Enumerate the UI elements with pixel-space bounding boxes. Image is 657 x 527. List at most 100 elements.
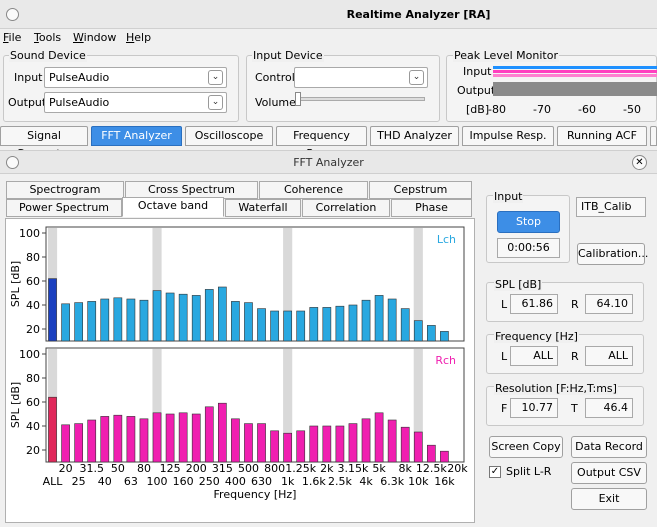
tab-coherence[interactable]: Coherence: [259, 181, 368, 199]
elapsed-time: 0:00:56: [497, 238, 560, 258]
bar: [61, 303, 70, 342]
res-f-label: F: [501, 402, 508, 415]
bar: [335, 425, 345, 463]
res-f-value: 10.77: [510, 398, 558, 418]
peak-scale-tick: -50: [623, 103, 641, 116]
volume-slider[interactable]: [298, 97, 425, 101]
bar: [113, 414, 123, 463]
bar: [152, 412, 162, 463]
tab-power-spectrum[interactable]: Power Spectrum: [6, 199, 122, 217]
sound-output-label: Output: [8, 96, 47, 109]
chevron-down-icon: ⌄: [208, 95, 223, 110]
y-tick-label: 80: [26, 251, 40, 264]
sound-device-label: Sound Device: [9, 49, 87, 62]
bar: [387, 298, 397, 342]
tab-octave-band[interactable]: Octave band: [122, 197, 224, 217]
tab-cepstrum[interactable]: Cepstrum: [369, 181, 472, 199]
bar: [217, 402, 227, 463]
control-select[interactable]: ⌄: [294, 67, 428, 88]
screen-copy-button[interactable]: Screen Copy: [489, 436, 563, 458]
tab-impulse-resp[interactable]: Impulse Resp.: [462, 126, 554, 146]
bar: [283, 432, 293, 463]
tab-signal-generator[interactable]: Signal Generator: [0, 126, 88, 160]
y-tick-label: 60: [26, 275, 40, 288]
bar: [74, 423, 84, 463]
input-device-label: Input Device: [252, 49, 324, 62]
bar: [296, 430, 306, 463]
peak-scale-tick: -70: [533, 103, 551, 116]
bar: [426, 444, 436, 463]
bar: [165, 292, 175, 342]
tab-spectrogram[interactable]: Spectrogram: [6, 181, 124, 199]
stop-button[interactable]: Stop: [497, 211, 560, 233]
x-tick-label: 125: [160, 462, 181, 475]
input-device-group: [246, 55, 440, 122]
bar: [178, 293, 188, 342]
tab-fft-analyzer[interactable]: FFT Analyzer: [91, 126, 182, 146]
resolution-label: Resolution [F:Hz,T:ms]: [494, 382, 618, 395]
bar: [322, 425, 332, 463]
exit-button[interactable]: Exit: [571, 488, 647, 510]
calibration-button[interactable]: Calibration...: [577, 243, 648, 265]
volume-slider-thumb[interactable]: [295, 92, 301, 106]
x-tick-label: 20k: [447, 462, 468, 475]
spl-r-value: 64.10: [585, 294, 633, 314]
tab-overflow[interactable]: [650, 126, 657, 146]
bar: [204, 406, 214, 463]
menu-tools[interactable]: Tools: [34, 31, 61, 44]
sound-output-select[interactable]: PulseAudio ⌄: [44, 92, 227, 113]
sound-input-select[interactable]: PulseAudio ⌄: [44, 67, 227, 88]
res-t-value: 46.4: [585, 398, 633, 418]
menu-help[interactable]: Help: [126, 31, 151, 44]
tab-thd-analyzer[interactable]: THD Analyzer: [370, 126, 459, 146]
bar: [440, 331, 449, 342]
freq-r-label: R: [571, 350, 579, 363]
bar: [413, 320, 423, 342]
menu-window[interactable]: Window: [73, 31, 116, 44]
bar: [257, 423, 266, 463]
tab-frequency-resp[interactable]: Frequency Resp.: [276, 126, 367, 160]
x-tick-label: 1k: [281, 475, 295, 488]
x-tick-label: 12.5k: [416, 462, 447, 475]
series-label: Lch: [437, 233, 456, 246]
bar: [191, 413, 201, 463]
bar: [361, 418, 371, 463]
bar: [296, 310, 306, 342]
split-lr-checkbox[interactable]: ✓: [489, 466, 501, 478]
peak-output-label: Output: [457, 84, 496, 97]
tab-oscilloscope[interactable]: Oscilloscope: [185, 126, 273, 146]
peak-output-meter: [493, 82, 657, 96]
tab-running-acf[interactable]: Running ACF: [557, 126, 647, 146]
peak-input-label: Input: [463, 65, 492, 78]
x-tick-label: 25: [72, 475, 86, 488]
bar: [440, 450, 449, 463]
data-record-button[interactable]: Data Record: [571, 436, 647, 458]
bar: [48, 278, 57, 342]
y-tick-label: 20: [26, 323, 40, 336]
tab-phase[interactable]: Phase: [391, 199, 472, 217]
tab-correlation[interactable]: Correlation: [302, 199, 390, 217]
bar: [87, 301, 97, 342]
bar: [257, 308, 266, 342]
x-tick-label: 1.6k: [302, 475, 326, 488]
output-csv-button[interactable]: Output CSV: [571, 462, 647, 484]
menu-file[interactable]: File: [3, 31, 21, 44]
bar: [113, 297, 123, 342]
freq-l-label: L: [501, 350, 508, 363]
bar: [126, 416, 136, 463]
bar: [361, 299, 371, 342]
sound-input-label: Input: [14, 71, 43, 84]
series-label: Rch: [435, 354, 456, 367]
close-icon[interactable]: ✕: [632, 155, 647, 170]
bar: [191, 295, 201, 342]
peak-scale-tick: -60: [578, 103, 596, 116]
x-tick-label: 3.15k: [338, 462, 369, 475]
x-tick-label: 400: [225, 475, 246, 488]
y-tick-label: 40: [26, 299, 40, 312]
bar: [100, 416, 110, 463]
res-t-label: T: [571, 402, 578, 415]
x-tick-label: 2k: [320, 462, 334, 475]
bar: [322, 307, 332, 342]
bar: [270, 430, 279, 463]
tab-waterfall[interactable]: Waterfall: [225, 199, 301, 217]
